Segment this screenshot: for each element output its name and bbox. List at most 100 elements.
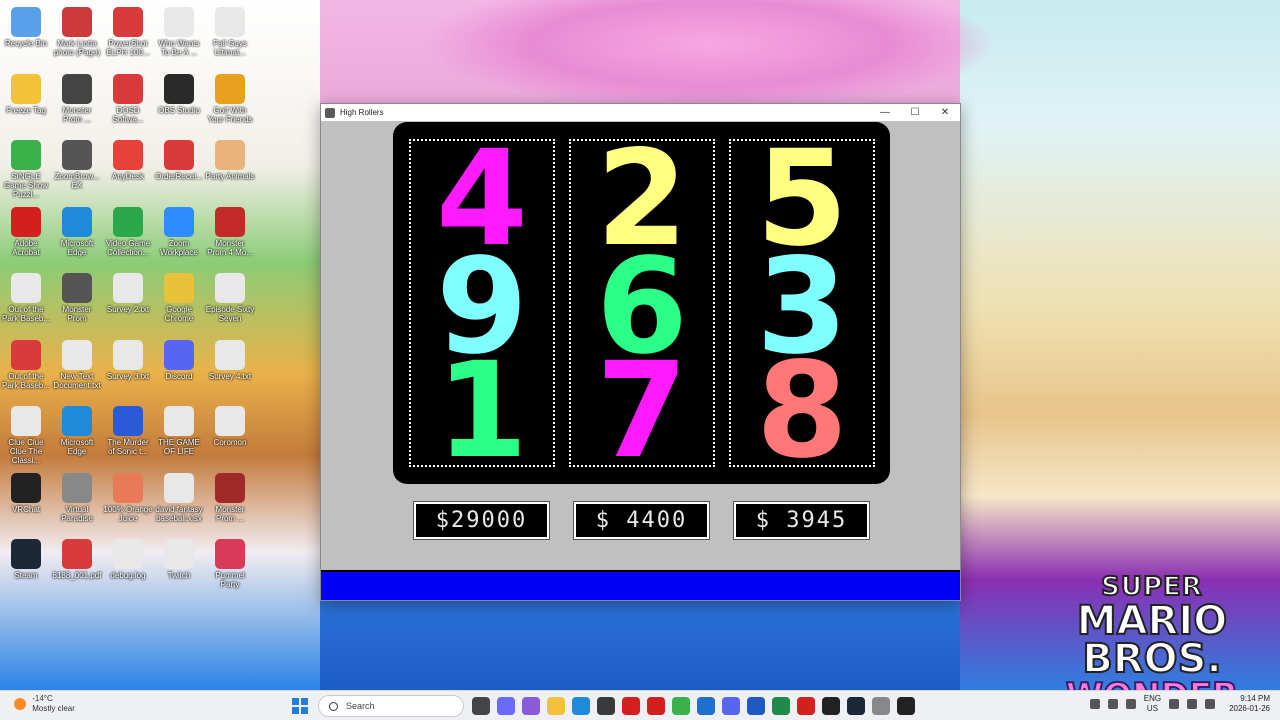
desktop-icon[interactable]: 8188_001.pdf [52,535,102,597]
desktop-icon[interactable]: Fall Guys Ultimat... [205,3,255,65]
app-icon [113,472,143,503]
desktop-icon-label: Virtual Paradise [61,504,93,523]
close-button[interactable]: ✕ [930,104,960,121]
taskbar-search[interactable]: Search [318,695,464,717]
taskbar-app-icon[interactable] [547,697,565,715]
taskbar-app-icon[interactable] [897,697,915,715]
taskbar-app-icon[interactable] [597,697,615,715]
maximize-button[interactable]: ☐ [900,104,930,121]
taskbar-app-icon[interactable] [522,697,540,715]
app-icon [11,472,41,503]
speaker-icon[interactable] [1187,699,1198,709]
desktop-icon[interactable]: OBS Studio [154,70,204,132]
onedrive-icon[interactable] [1107,699,1118,709]
desktop-icon[interactable]: OrderRecei... [154,136,204,198]
desktop-icon[interactable]: Survey 4.txt [205,336,255,398]
app-icon [215,273,245,303]
battery-icon[interactable] [1205,699,1216,709]
chevron-up-icon[interactable] [1089,699,1100,709]
desktop-icon[interactable]: debug.log [103,535,153,597]
desktop-icon[interactable]: Party Animals [205,136,255,198]
desktop-icon[interactable]: ZoomBrow... EX [52,136,102,198]
app-icon [62,206,92,237]
desktop-icon[interactable]: Steam [1,535,51,597]
desktop-icon[interactable]: Monster Prom [52,269,102,331]
taskbar-app-icon[interactable] [772,697,790,715]
app-icon [62,7,92,37]
desktop-icon[interactable]: The Murder of Sonic t... [103,402,153,464]
desktop-icon[interactable]: Coromon [205,402,255,464]
desktop-icon[interactable]: Adobe Acrobat [1,203,51,265]
taskbar-app-icon[interactable] [747,697,765,715]
desktop-icon[interactable]: Clue Clue Clue The Classi... [1,402,51,465]
desktop-icon[interactable]: Golf With Your Friends [205,70,255,132]
desktop-icon[interactable]: Monster Prom ... [52,70,102,132]
desktop-icon[interactable]: AnyDesk [103,136,153,198]
taskbar-app-icon[interactable] [497,697,515,715]
desktop-icon[interactable]: Survey 2.txt [103,269,153,331]
desktop-icon[interactable]: Survey 3.txt [103,336,153,398]
desktop-icon[interactable]: Discord [154,336,204,398]
desktop-icon[interactable]: Who Wants To Be A ... [154,3,204,65]
desktop-icon-label: Survey 3.txt [106,371,150,381]
desktop-icon[interactable]: Microsoft Edge [52,402,102,464]
desktop-icon[interactable]: Monster Prom ... [205,469,255,531]
taskbar-app-icon[interactable] [722,697,740,715]
desktop-icon[interactable]: Google Chrome [154,269,204,331]
desktop-icon[interactable]: Out of the Park Baseb... [1,336,51,398]
app-icon [164,140,194,170]
desktop-icon[interactable]: SINGLE Game Show Puzzl... [1,136,51,199]
desktop-icon[interactable]: New Text Document.txt [52,336,102,398]
desktop-icon[interactable]: Twitch [154,535,204,597]
language-indicator[interactable]: ENG US [1144,694,1161,714]
high-rollers-window[interactable]: High Rollers — ☐ ✕ 4 9 1 2 6 7 5 3 8 $29… [320,103,961,601]
desktop-icon[interactable]: Zoom Workplace [154,203,204,265]
desktop-icon[interactable]: Video Game Collection... [103,203,153,265]
desktop-icon[interactable]: Out of the Park Baseb... [1,269,51,331]
taskbar-app-icon[interactable] [822,697,840,715]
app-icon [62,472,92,503]
desktop-icon[interactable]: DOSD Softwa... [103,70,153,132]
app-icon [62,406,92,436]
taskbar-app-icon[interactable] [672,697,690,715]
taskbar-app-icon[interactable] [847,697,865,715]
wifi-icon[interactable] [1169,699,1180,709]
desktop-icon[interactable]: Monster Prom 4 Mo... [205,203,255,265]
taskbar-app-icon[interactable] [572,697,590,715]
desktop-icon-label: Discord [165,371,193,381]
app-icon [164,273,194,303]
microphone-icon[interactable] [1125,699,1136,709]
desktop-icon-label: Microsoft Edge [60,238,94,257]
weather-widget[interactable]: -14°C Mostly clear [14,694,75,714]
desktop-icon-label: Survey 4.txt [208,371,252,381]
desktop-icon[interactable]: Pummel Party [205,535,255,597]
app-icon [164,472,194,503]
desktop-icon[interactable]: david fantasy baseball.xlsx [154,469,204,531]
app-icon [113,273,143,303]
clock[interactable]: 9:14 PM 2026-01-26 [1229,694,1270,714]
taskbar-app-icon[interactable] [647,697,665,715]
app-icon [11,140,41,170]
desktop-icon[interactable]: Freeze Tag [1,70,51,132]
desktop-icon[interactable]: Mark Liotta photo (Page) [52,3,102,65]
start-button[interactable] [292,698,308,714]
taskbar-app-icon[interactable] [622,697,640,715]
minimize-button[interactable]: — [870,104,900,121]
taskbar-app-icon[interactable] [472,697,490,715]
wallpaper-bottom [320,598,960,690]
desktop-icon[interactable]: Recycle Bin [1,3,51,65]
desktop-icon-label: OrderRecei... [155,172,203,181]
desktop-icon[interactable]: 100% Orange Juice [103,469,153,531]
window-titlebar[interactable]: High Rollers — ☐ ✕ [321,104,960,121]
taskbar-app-icon[interactable] [872,697,890,715]
desktop-icon[interactable]: Episode Sixty Seven [205,269,255,331]
taskbar-app-icon[interactable] [797,697,815,715]
desktop-icon[interactable]: VRChat [1,469,51,531]
taskbar-app-icon[interactable] [697,697,715,715]
desktop-icon-label: Coromon [213,438,247,447]
desktop-icon-label: david fantasy baseball.xlsx [155,504,203,523]
desktop-icon[interactable]: THE GAME OF LIFE [154,402,204,464]
desktop-icon[interactable]: PowerShot ELPH 100... [103,3,153,65]
desktop-icon[interactable]: Microsoft Edge [52,203,102,265]
desktop-icon[interactable]: Virtual Paradise [52,469,102,531]
